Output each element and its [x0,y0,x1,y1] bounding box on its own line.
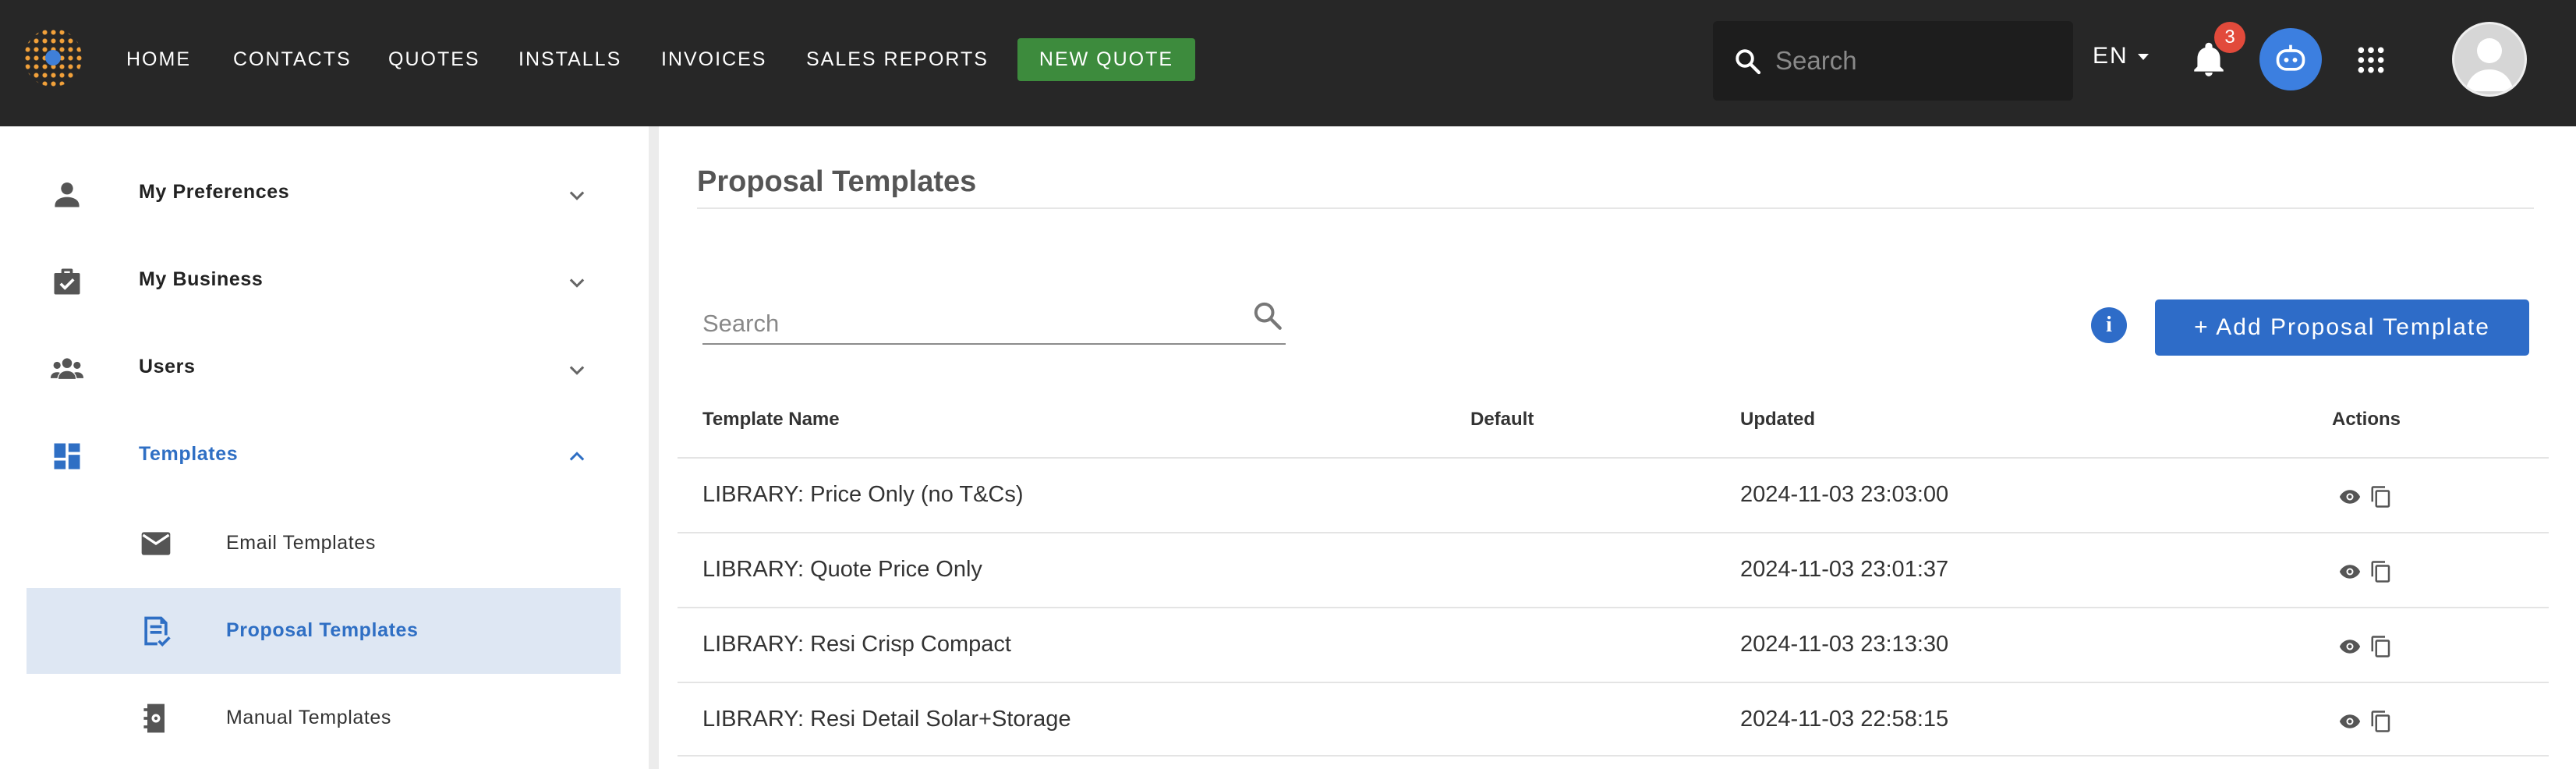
briefcase-check-icon [54,268,80,295]
users-group-icon [50,358,84,379]
copy-icon[interactable] [2369,635,2393,658]
table-row[interactable]: LIBRARY: Price Only (no T&Cs) 2024-11-03… [678,457,2549,532]
template-search [702,302,1286,345]
column-header-default[interactable]: Default [1470,409,1534,431]
title-divider [697,207,2534,209]
updated-cell: 2024-11-03 23:03:00 [1740,482,1949,507]
template-name-cell[interactable]: LIBRARY: Resi Detail Solar+Storage [702,707,1071,732]
chevron-down-icon [569,191,585,200]
table-row[interactable]: LIBRARY: Resi Crisp Compact 2024-11-03 2… [678,607,2549,682]
sidebar-subitem-email-templates[interactable]: Email Templates [27,501,621,586]
sidebar-item-users[interactable]: Users [27,326,621,412]
sidebar-subitem-label: Proposal Templates [226,619,419,641]
global-search-input[interactable] [1775,44,2056,77]
add-proposal-template-button[interactable]: + Add Proposal Template [2155,299,2529,356]
updated-cell: 2024-11-03 23:13:30 [1740,632,1949,657]
settings-sidebar: My Preferences My Business Users Templat… [0,126,649,769]
view-eye-icon[interactable] [2338,485,2362,509]
language-selector[interactable]: EN [2093,43,2149,69]
sidebar-item-label: My Business [139,268,264,290]
column-header-updated[interactable]: Updated [1740,409,1815,431]
sidebar-item-templates[interactable]: Templates [27,413,621,499]
dashboard-templates-icon [54,443,80,470]
new-quote-button[interactable]: NEW QUOTE [1017,38,1195,81]
user-avatar[interactable] [2452,22,2527,97]
sidebar-item-my-business[interactable]: My Business [27,239,621,324]
nav-contacts[interactable]: CONTACTS [233,45,352,73]
nav-home[interactable]: HOME [126,45,191,73]
template-name-cell[interactable]: LIBRARY: Resi Crisp Compact [702,632,1011,657]
search-icon [1736,49,1761,75]
company-logo[interactable] [23,28,83,87]
sidebar-item-label: Users [139,356,196,377]
sidebar-subitem-label: Email Templates [226,532,376,554]
apps-grid-icon[interactable] [2356,45,2386,75]
top-navigation-bar: HOME CONTACTS QUOTES INSTALLS INVOICES S… [0,0,2576,126]
envelope-icon [141,532,171,555]
nav-sales-reports[interactable]: SALES REPORTS [806,45,989,73]
page-title: Proposal Templates [697,165,977,198]
template-search-input[interactable] [702,308,1209,339]
sidebar-item-label: Templates [139,443,239,465]
table-row[interactable]: LIBRARY: Resi Detail Solar+Storage 2024-… [678,682,2549,757]
robot-assistant-icon [2276,44,2305,71]
column-header-actions: Actions [2332,409,2401,430]
person-icon [55,182,80,207]
nav-installs[interactable]: INSTALLS [518,45,621,73]
view-eye-icon[interactable] [2338,710,2362,733]
view-eye-icon[interactable] [2338,560,2362,583]
search-icon[interactable] [1251,299,1283,331]
nav-invoices[interactable]: INVOICES [661,45,766,73]
document-check-icon [144,616,171,647]
copy-icon[interactable] [2369,485,2393,509]
sidebar-item-my-preferences[interactable]: My Preferences [27,151,621,237]
caret-down-icon [2137,54,2149,61]
template-name-cell[interactable]: LIBRARY: Price Only (no T&Cs) [702,482,1024,508]
template-name-cell[interactable]: LIBRARY: Quote Price Only [702,557,982,583]
copy-icon[interactable] [2369,560,2393,583]
manual-book-icon [143,703,165,733]
view-eye-icon[interactable] [2338,635,2362,658]
chevron-down-icon [569,366,585,375]
updated-cell: 2024-11-03 22:58:15 [1740,707,1949,732]
sidebar-item-label: My Preferences [139,181,290,203]
language-label: EN [2093,43,2128,69]
global-search [1713,21,2073,101]
sidebar-subitem-manual-templates[interactable]: Manual Templates [27,675,621,761]
copy-icon[interactable] [2369,710,2393,733]
column-header-template-name[interactable]: Template Name [702,409,840,431]
chevron-down-icon [569,278,585,288]
assistant-button[interactable] [2259,28,2322,90]
updated-cell: 2024-11-03 23:01:37 [1740,557,1949,582]
chevron-up-icon [569,452,585,461]
notification-count-badge: 3 [2214,22,2245,53]
main-content: Proposal Templates i + Add Proposal Temp… [659,126,2576,769]
nav-quotes[interactable]: QUOTES [388,45,480,73]
info-icon[interactable]: i [2091,307,2127,343]
sidebar-subitem-label: Manual Templates [226,707,392,728]
table-row[interactable]: LIBRARY: Quote Price Only 2024-11-03 23:… [678,532,2549,607]
person-silhouette-icon [2465,38,2514,91]
sidebar-subitem-proposal-templates[interactable]: Proposal Templates [27,588,621,674]
